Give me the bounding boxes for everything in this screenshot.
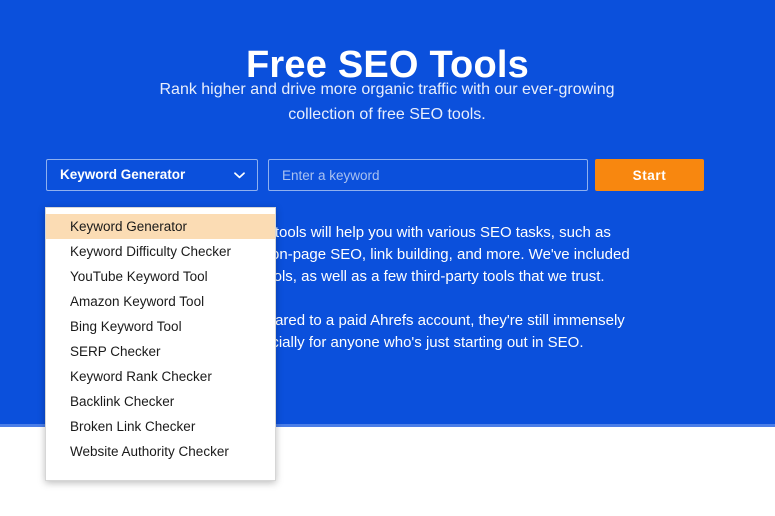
dropdown-option[interactable]: Bing Keyword Tool bbox=[46, 314, 275, 339]
dropdown-option[interactable]: SERP Checker bbox=[46, 339, 275, 364]
dropdown-option[interactable]: Amazon Keyword Tool bbox=[46, 289, 275, 314]
dropdown-option[interactable]: Keyword Rank Checker bbox=[46, 364, 275, 389]
search-controls: Keyword Generator Start bbox=[46, 159, 704, 191]
dropdown-option[interactable]: Keyword Generator bbox=[46, 214, 275, 239]
tool-select-value: Keyword Generator bbox=[60, 167, 186, 182]
chevron-down-icon bbox=[234, 160, 245, 190]
dropdown-option[interactable]: Keyword Difficulty Checker bbox=[46, 239, 275, 264]
keyword-input[interactable] bbox=[268, 159, 588, 191]
tool-select-dropdown[interactable]: Keyword Generator Keyword Difficulty Che… bbox=[45, 207, 276, 481]
start-button[interactable]: Start bbox=[595, 159, 704, 191]
page-subtitle: Rank higher and drive more organic traff… bbox=[159, 81, 615, 123]
dropdown-option[interactable]: Broken Link Checker bbox=[46, 414, 275, 439]
tool-select[interactable]: Keyword Generator bbox=[46, 159, 258, 191]
page-root: Free SEO Tools Rank higher and drive mor… bbox=[0, 0, 775, 516]
dropdown-option[interactable]: YouTube Keyword Tool bbox=[46, 264, 275, 289]
dropdown-option[interactable]: Website Authority Checker bbox=[46, 439, 275, 464]
dropdown-option[interactable]: Backlink Checker bbox=[46, 389, 275, 414]
